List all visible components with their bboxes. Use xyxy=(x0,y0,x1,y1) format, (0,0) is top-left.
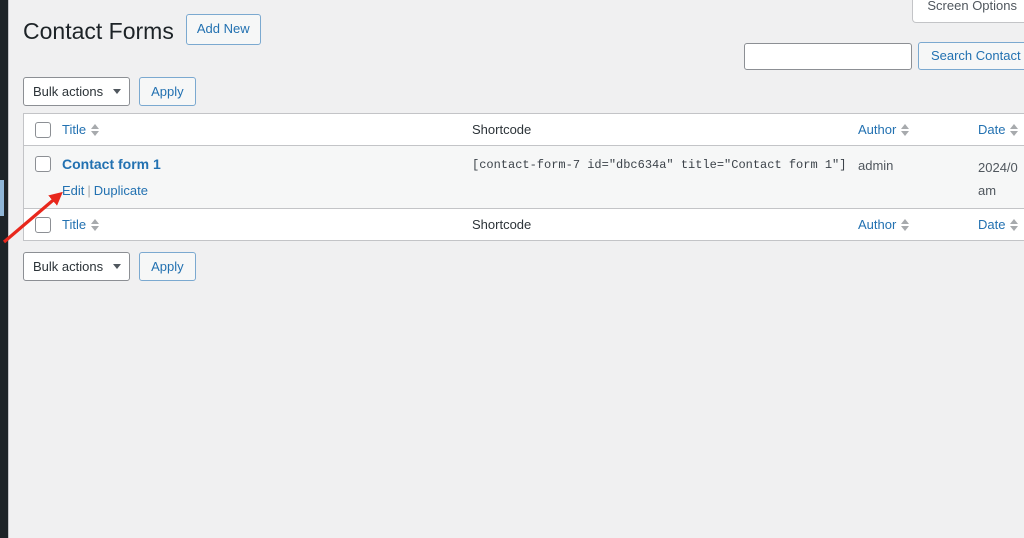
column-label-shortcode-top: Shortcode xyxy=(472,122,532,137)
row-shortcode-cell: [contact-form-7 id="dbc634a" title="Cont… xyxy=(472,155,858,172)
sort-indicator-icon xyxy=(91,123,100,136)
chevron-down-icon xyxy=(113,264,122,269)
row-actions-separator: | xyxy=(87,182,91,198)
page-header: Contact Forms Add New xyxy=(23,8,261,51)
add-new-button[interactable]: Add New xyxy=(185,14,261,45)
contact-form-title-link[interactable]: Contact form 1 xyxy=(62,155,472,175)
shortcode-text[interactable]: [contact-form-7 id="dbc634a" title="Cont… xyxy=(472,155,858,172)
sort-title-link-top[interactable]: Title xyxy=(62,122,100,137)
contact-forms-table: Title Shortcode Author Date Contact form… xyxy=(23,113,1024,242)
sort-author-link-bottom[interactable]: Author xyxy=(858,217,910,233)
table-footer-row: Title Shortcode Author Date xyxy=(24,209,1024,242)
row-author-cell: admin xyxy=(858,155,978,173)
sort-ascending-icon xyxy=(1010,123,1019,129)
page-title: Contact Forms xyxy=(23,18,174,44)
sort-date-link-top[interactable]: Date xyxy=(978,122,1019,137)
column-header-date-top: Date xyxy=(978,122,1024,137)
select-all-checkbox-bottom[interactable] xyxy=(35,217,51,234)
bulk-actions-select-top[interactable]: Bulk actions xyxy=(23,76,131,106)
row-select-cell xyxy=(24,155,62,172)
sort-ascending-icon xyxy=(901,123,910,129)
sort-descending-icon xyxy=(1010,225,1019,231)
sort-title-link-bottom[interactable]: Title xyxy=(62,217,100,233)
column-header-title-top: Title xyxy=(62,122,472,137)
bulk-actions-select-bottom[interactable]: Bulk actions xyxy=(23,251,131,281)
sort-ascending-icon xyxy=(91,218,100,224)
sort-date-link-bottom[interactable]: Date xyxy=(978,217,1019,233)
sort-indicator-icon xyxy=(901,123,910,136)
bulk-actions-label-bottom: Bulk actions xyxy=(33,258,104,274)
sort-descending-icon xyxy=(901,130,910,136)
admin-page-wrap: Screen Options Contact Forms Add New Sea… xyxy=(9,0,1024,538)
search-input[interactable] xyxy=(743,42,912,70)
author-name: admin xyxy=(858,158,894,173)
apply-button-top[interactable]: Apply xyxy=(139,76,196,106)
column-header-shortcode-top: Shortcode xyxy=(472,122,858,137)
sort-descending-icon xyxy=(91,225,100,231)
column-header-shortcode-bottom: Shortcode xyxy=(472,217,858,232)
tablenav-bottom: Bulk actions Apply xyxy=(23,251,196,281)
column-label-title-bottom: Title xyxy=(62,217,87,233)
edit-link[interactable]: Edit xyxy=(62,183,84,198)
row-title-cell: Contact form 1 Edit | Duplicate xyxy=(62,155,472,200)
sort-indicator-icon xyxy=(1010,123,1019,136)
row-date-cell: 2024/0 am xyxy=(978,155,1024,200)
sort-descending-icon xyxy=(91,130,100,136)
table-row: Contact form 1 Edit | Duplicate [contact-f… xyxy=(24,146,1024,210)
sort-ascending-icon xyxy=(1010,218,1019,224)
column-label-title-top: Title xyxy=(62,122,87,137)
tablenav-top: Bulk actions Apply xyxy=(23,76,196,106)
bulk-actions-label-top: Bulk actions xyxy=(33,83,104,99)
date-value-line2: am xyxy=(978,182,997,198)
select-all-cell-top xyxy=(24,121,62,138)
sort-indicator-icon xyxy=(901,218,910,231)
admin-sidebar-active-indicator xyxy=(0,180,4,216)
sort-ascending-icon xyxy=(901,218,910,224)
column-label-author-top: Author xyxy=(858,122,897,137)
table-header-row: Title Shortcode Author Date xyxy=(24,114,1024,146)
row-actions: Edit | Duplicate xyxy=(62,181,472,201)
column-label-date-bottom: Date xyxy=(978,217,1006,233)
apply-button-bottom[interactable]: Apply xyxy=(139,251,196,281)
sort-descending-icon xyxy=(1010,130,1019,136)
column-label-date-top: Date xyxy=(978,122,1006,137)
sort-descending-icon xyxy=(901,225,910,231)
column-header-author-bottom: Author xyxy=(858,217,978,232)
select-all-cell-bottom xyxy=(24,216,62,234)
search-submit-button[interactable]: Search Contact Forms xyxy=(917,42,1024,70)
screen-options-tab[interactable]: Screen Options xyxy=(912,0,1024,23)
select-all-checkbox-top[interactable] xyxy=(35,122,51,138)
column-header-author-top: Author xyxy=(858,122,978,137)
duplicate-link[interactable]: Duplicate xyxy=(94,183,148,198)
search-box: Search Contact Forms xyxy=(743,42,1024,70)
sort-author-link-top[interactable]: Author xyxy=(858,122,910,137)
column-label-author-bottom: Author xyxy=(858,217,897,233)
sort-indicator-icon xyxy=(91,218,100,231)
chevron-down-icon xyxy=(113,89,122,94)
admin-sidebar-rail xyxy=(0,0,8,538)
sort-ascending-icon xyxy=(91,123,100,129)
row-select-checkbox[interactable] xyxy=(35,156,51,172)
column-header-date-bottom: Date xyxy=(978,217,1024,232)
column-label-shortcode-bottom: Shortcode xyxy=(472,217,532,233)
date-value-line1: 2024/0 xyxy=(978,160,1018,175)
screen-meta-links: Screen Options xyxy=(912,0,1024,23)
column-header-title-bottom: Title xyxy=(62,217,472,232)
sort-indicator-icon xyxy=(1010,218,1019,231)
